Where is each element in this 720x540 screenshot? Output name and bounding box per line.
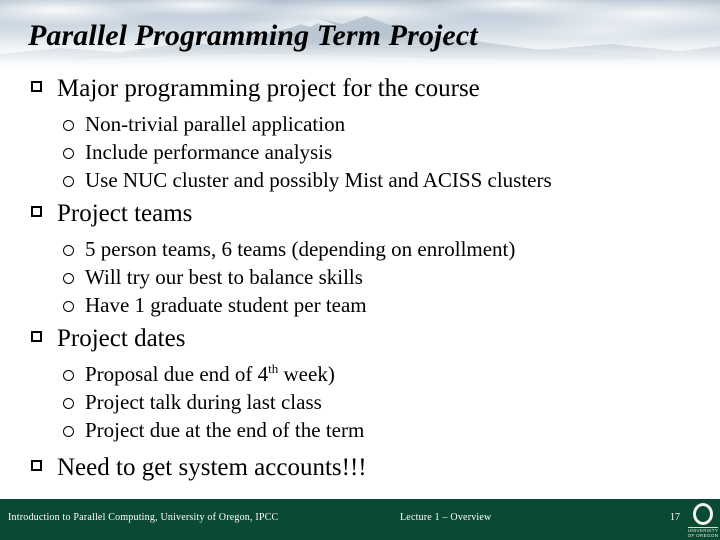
- bullet-item-level2: Non-trivial parallel application: [0, 112, 720, 137]
- bullet-item-level2: Have 1 graduate student per team: [0, 293, 720, 318]
- bullet-item-level1: Project dates: [0, 324, 720, 353]
- bullet-item-level2: Project due at the end of the term: [0, 418, 720, 443]
- bullet-item-level1: Major programming project for the course: [0, 74, 720, 103]
- bullet-text: Need to get system accounts!!!: [57, 454, 367, 481]
- bullet-text: Non-trivial parallel application: [85, 112, 346, 136]
- slide-body: Major programming project for the course…: [0, 70, 720, 495]
- hollow-circle-bullet-icon: [63, 370, 74, 381]
- bullet-item-level2: Proposal due end of 4th week): [0, 362, 720, 387]
- bullet-item-level2: Use NUC cluster and possibly Mist and AC…: [0, 168, 720, 193]
- hollow-circle-bullet-icon: [63, 176, 74, 187]
- hollow-square-bullet-icon: [31, 331, 42, 342]
- hollow-circle-bullet-icon: [63, 273, 74, 284]
- logo-caption-line-2: OF OREGON: [687, 533, 719, 539]
- o-mark-icon: [693, 503, 713, 525]
- bullet-text-before-superscript: Proposal due end of 4: [85, 362, 269, 386]
- bullet-item-level2: Include performance analysis: [0, 140, 720, 165]
- bullet-text: Will try our best to balance skills: [85, 265, 363, 289]
- bullet-item-level1: Need to get system accounts!!!: [0, 453, 720, 482]
- slide-footer: Introduction to Parallel Computing, Univ…: [0, 499, 720, 540]
- hollow-circle-bullet-icon: [63, 426, 74, 437]
- hollow-square-bullet-icon: [31, 460, 42, 471]
- bullet-text: Include performance analysis: [85, 140, 333, 164]
- bullet-item-level1: Project teams: [0, 199, 720, 228]
- bullet-item-level2: 5 person teams, 6 teams (depending on en…: [0, 237, 720, 262]
- bullet-text: Have 1 graduate student per team: [85, 293, 367, 317]
- bullet-item-level2: Will try our best to balance skills: [0, 265, 720, 290]
- hollow-circle-bullet-icon: [63, 245, 74, 256]
- logo-caption: UNIVERSITY OF OREGON: [686, 528, 720, 539]
- slide-number: 17: [670, 512, 680, 523]
- university-of-oregon-logo: UNIVERSITY OF OREGON: [686, 500, 720, 540]
- footer-lecture-label: Lecture 1 – Overview: [400, 512, 492, 523]
- hollow-circle-bullet-icon: [63, 120, 74, 131]
- slide-canvas: Parallel Programming Term Project Major …: [0, 0, 720, 540]
- bullet-text: Project teams: [57, 200, 193, 227]
- bullet-text: Use NUC cluster and possibly Mist and AC…: [85, 168, 552, 192]
- page-title: Parallel Programming Term Project: [28, 19, 478, 52]
- hollow-circle-bullet-icon: [63, 148, 74, 159]
- hollow-square-bullet-icon: [31, 206, 42, 217]
- hollow-circle-bullet-icon: [63, 301, 74, 312]
- ordinal-superscript: th: [268, 361, 279, 376]
- bullet-text: Project talk during last class: [85, 390, 322, 414]
- hollow-square-bullet-icon: [31, 81, 42, 92]
- bullet-text: Project dates: [57, 325, 186, 352]
- bullet-text: 5 person teams, 6 teams (depending on en…: [85, 237, 516, 261]
- bullet-text-after-superscript: week): [278, 362, 335, 386]
- footer-course-label: Introduction to Parallel Computing, Univ…: [8, 512, 279, 523]
- hollow-circle-bullet-icon: [63, 398, 74, 409]
- bullet-text: Major programming project for the course: [57, 75, 480, 102]
- bullet-text: Project due at the end of the term: [85, 418, 365, 442]
- bullet-item-level2: Project talk during last class: [0, 390, 720, 415]
